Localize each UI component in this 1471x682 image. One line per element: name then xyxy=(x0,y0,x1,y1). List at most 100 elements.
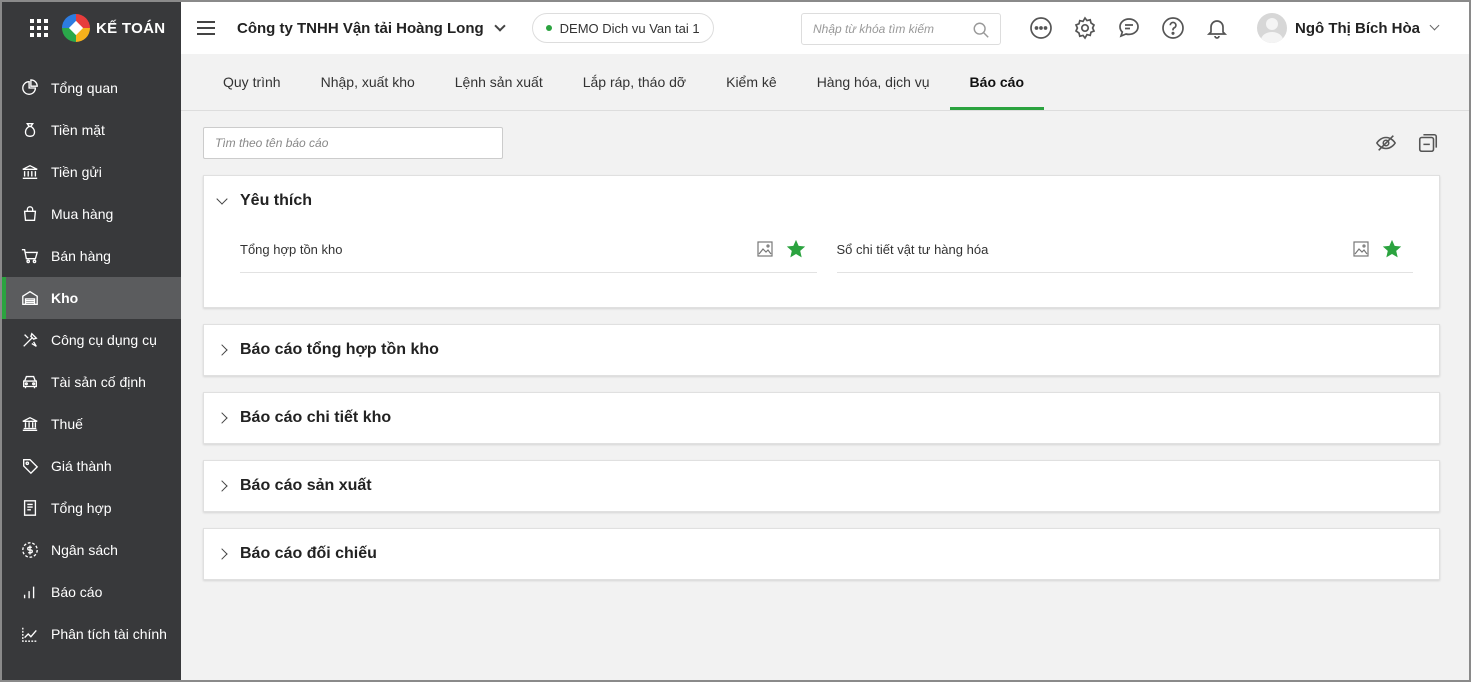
report-group-header[interactable]: Báo cáo chi tiết kho xyxy=(204,393,1439,443)
sidebar-item-gia-thanh[interactable]: Giá thành xyxy=(2,445,181,487)
database-name: DEMO Dich vu Van tai 1 xyxy=(559,20,700,36)
sidebar-item-label: Tổng quan xyxy=(51,80,118,96)
sidebar-item-tong-quan[interactable]: Tổng quan xyxy=(2,67,181,109)
favorites-list: Tổng hợp tồn kho Sổ chi tiết vật tư hàng… xyxy=(204,226,1439,307)
chevron-down-icon xyxy=(216,193,228,205)
sidebar-item-tien-gui[interactable]: Tiền gửi xyxy=(2,151,181,193)
chevron-down-icon xyxy=(493,19,506,32)
sidebar-item-label: Tổng hợp xyxy=(51,500,112,516)
warehouse-icon xyxy=(20,288,40,308)
budget-coin-icon xyxy=(20,540,40,560)
help-icon[interactable] xyxy=(1160,15,1186,41)
app-window: KẾ TOÁN Tổng quan Tiền mặt Tiền gửi Mua … xyxy=(0,0,1471,682)
apps-grid-icon[interactable] xyxy=(30,19,48,37)
sidebar-item-tien-mat[interactable]: Tiền mặt xyxy=(2,109,181,151)
report-group-chi-tiet-kho: Báo cáo chi tiết kho xyxy=(203,392,1440,444)
sidebar-item-tong-hop[interactable]: Tổng hợp xyxy=(2,487,181,529)
list-item[interactable]: Tổng hợp tồn kho xyxy=(240,226,817,273)
tab-hang-hoa-dich-vu[interactable]: Hàng hóa, dịch vụ xyxy=(797,53,950,110)
user-name: Ngô Thị Bích Hòa xyxy=(1295,19,1420,37)
sidebar-item-ngan-sach[interactable]: Ngân sách xyxy=(2,529,181,571)
sidebar-item-label: Thuế xyxy=(51,416,83,432)
money-bag-icon xyxy=(20,120,40,140)
header-actions xyxy=(1028,15,1230,41)
report-actions xyxy=(756,238,807,260)
more-icon[interactable] xyxy=(1028,15,1054,41)
tab-bao-cao[interactable]: Báo cáo xyxy=(949,53,1045,110)
sidebar-item-ban-hang[interactable]: Bán hàng xyxy=(2,235,181,277)
report-search-input[interactable] xyxy=(215,136,485,150)
sidebar-item-mua-hang[interactable]: Mua hàng xyxy=(2,193,181,235)
sidebar-item-phan-tich-tai-chinh[interactable]: Phân tích tài chính xyxy=(2,613,181,655)
sidebar-item-label: Tiền gửi xyxy=(51,164,102,180)
sidebar-item-label: Mua hàng xyxy=(51,206,114,222)
sidebar-item-label: Bán hàng xyxy=(51,248,111,264)
sidebar-item-label: Kho xyxy=(51,290,79,306)
ledger-icon xyxy=(20,498,40,518)
pie-chart-icon xyxy=(20,78,40,98)
company-selector[interactable]: Công ty TNHH Vận tải Hoàng Long xyxy=(237,19,506,37)
report-group-doi-chieu: Báo cáo đối chiếu xyxy=(203,528,1440,580)
section-title: Báo cáo đối chiếu xyxy=(240,545,377,562)
gear-icon[interactable] xyxy=(1072,15,1098,41)
sidebar-item-kho[interactable]: Kho xyxy=(2,277,181,319)
eye-off-icon[interactable] xyxy=(1374,131,1398,155)
sidebar-item-bao-cao[interactable]: Báo cáo xyxy=(2,571,181,613)
tab-nhap-xuat-kho[interactable]: Nhập, xuất kho xyxy=(301,53,435,110)
section-title: Yêu thích xyxy=(240,192,313,209)
sidebar-item-thue[interactable]: Thuế xyxy=(2,403,181,445)
favorites-section: Yêu thích Tổng hợp tồn kho Sổ chi tiết v… xyxy=(203,175,1440,308)
section-title: Báo cáo tổng hợp tồn kho xyxy=(240,341,439,358)
image-icon[interactable] xyxy=(756,241,773,257)
company-name: Công ty TNHH Vận tải Hoàng Long xyxy=(237,19,484,37)
report-group-header[interactable]: Báo cáo sản xuất xyxy=(204,461,1439,511)
user-menu[interactable]: Ngô Thị Bích Hòa xyxy=(1257,13,1440,43)
top-header: Công ty TNHH Vận tải Hoàng Long DEMO Dic… xyxy=(181,2,1469,54)
cart-icon xyxy=(20,246,40,266)
sidebar-item-cong-cu-dung-cu[interactable]: Công cụ dụng cụ xyxy=(2,319,181,361)
database-badge[interactable]: DEMO Dich vu Van tai 1 xyxy=(531,13,714,43)
chevron-right-icon xyxy=(216,480,228,492)
bank-deposit-icon xyxy=(20,162,40,182)
bar-chart-icon xyxy=(20,582,40,602)
sidebar-item-label: Công cụ dụng cụ xyxy=(51,332,157,348)
price-tag-icon xyxy=(20,456,40,476)
chevron-right-icon xyxy=(216,344,228,356)
module-tabs: Quy trình Nhập, xuất kho Lệnh sản xuất L… xyxy=(181,54,1469,111)
tab-kiem-ke[interactable]: Kiểm kê xyxy=(706,53,797,110)
tab-lap-rap-thao-do[interactable]: Lắp ráp, tháo dỡ xyxy=(563,53,706,110)
tab-lenh-san-xuat[interactable]: Lệnh sản xuất xyxy=(435,53,563,110)
sidebar-item-label: Tài sản cố định xyxy=(51,374,146,390)
star-icon[interactable] xyxy=(1381,238,1403,260)
sidebar: KẾ TOÁN Tổng quan Tiền mặt Tiền gửi Mua … xyxy=(2,2,181,680)
favorites-header[interactable]: Yêu thích xyxy=(204,176,1439,226)
avatar xyxy=(1257,13,1287,43)
logo-icon xyxy=(62,14,90,42)
shopping-bag-icon xyxy=(20,204,40,224)
report-group-header[interactable]: Báo cáo đối chiếu xyxy=(204,529,1439,579)
sidebar-item-label: Phân tích tài chính xyxy=(51,626,167,642)
sidebar-item-tai-san-co-dinh[interactable]: Tài sản cố định xyxy=(2,361,181,403)
chevron-right-icon xyxy=(216,412,228,424)
tab-quy-trinh[interactable]: Quy trình xyxy=(203,53,301,110)
collapse-all-icon[interactable] xyxy=(1416,131,1440,155)
reports-content: Yêu thích Tổng hợp tồn kho Sổ chi tiết v… xyxy=(203,127,1440,580)
section-title: Báo cáo sản xuất xyxy=(240,477,372,494)
search-icon[interactable] xyxy=(972,21,990,42)
report-group-header[interactable]: Báo cáo tổng hợp tồn kho xyxy=(204,325,1439,375)
chat-icon[interactable] xyxy=(1116,15,1142,41)
sidebar-nav: Tổng quan Tiền mặt Tiền gửi Mua hàng Bán… xyxy=(2,67,181,655)
sidebar-item-label: Báo cáo xyxy=(51,584,103,600)
global-search-input[interactable] xyxy=(813,22,963,36)
bell-icon[interactable] xyxy=(1204,15,1230,41)
chevron-down-icon xyxy=(1429,20,1440,31)
sidebar-item-label: Ngân sách xyxy=(51,542,118,558)
report-actions xyxy=(1353,238,1403,260)
list-item[interactable]: Sổ chi tiết vật tư hàng hóa xyxy=(836,226,1413,273)
image-icon[interactable] xyxy=(1353,241,1369,257)
report-group-san-xuat: Báo cáo sản xuất xyxy=(203,460,1440,512)
menu-icon[interactable] xyxy=(197,21,215,35)
status-dot xyxy=(545,25,552,31)
brand-name: KẾ TOÁN xyxy=(96,19,166,37)
star-icon[interactable] xyxy=(785,238,807,260)
